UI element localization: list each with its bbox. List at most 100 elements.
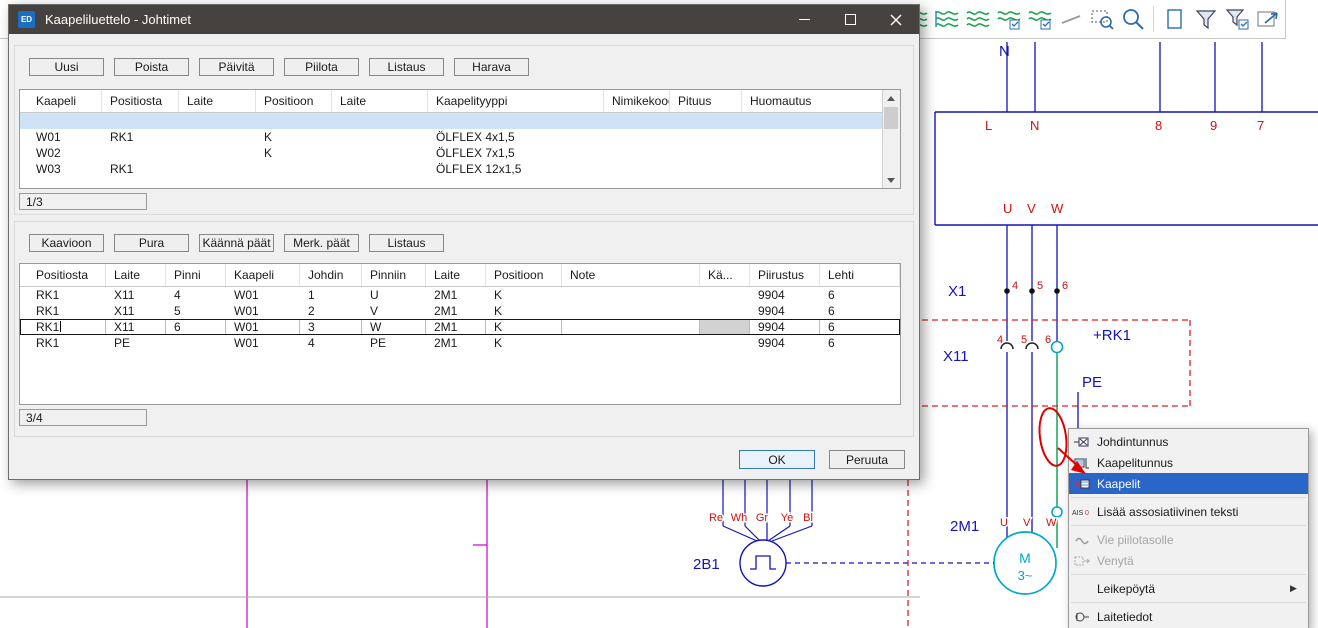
menu-item-laitetiedot[interactable]: Laitetiedot — [1069, 606, 1308, 627]
table-cell[interactable] — [332, 145, 428, 161]
table-cell[interactable]: ÖLFLEX 4x1,5 — [428, 129, 604, 145]
minimize-button[interactable] — [781, 5, 827, 34]
menu-item-venytä[interactable]: Venytä — [1069, 550, 1308, 571]
table-cell[interactable]: X11 — [106, 319, 166, 335]
table-cell[interactable] — [428, 113, 604, 129]
column-header[interactable]: Pituus — [670, 90, 742, 112]
column-header[interactable]: Positioon — [256, 90, 332, 112]
menu-item-leikepöytä[interactable]: Leikepöytä▶ — [1069, 578, 1308, 599]
table-cell[interactable]: 6 — [166, 319, 226, 335]
table-cell[interactable] — [332, 113, 428, 129]
column-header[interactable]: Johdin — [300, 264, 362, 286]
wire-style-icon-4[interactable] — [995, 5, 1022, 32]
label-x1[interactable]: X1 — [948, 283, 966, 300]
wire-style-icon-3[interactable] — [964, 5, 991, 32]
menu-item-johdintunnus[interactable]: Johdintunnus — [1069, 431, 1308, 452]
table-cell[interactable]: W03 — [20, 161, 102, 177]
table-cell[interactable] — [604, 113, 670, 129]
cancel-button[interactable]: Peruuta — [829, 450, 905, 469]
table-cell[interactable]: X11 — [106, 303, 166, 319]
table-cell[interactable] — [700, 287, 750, 303]
feeder-lines[interactable] — [1007, 42, 1262, 112]
column-header[interactable]: Piirustus — [750, 264, 820, 286]
label-rk1[interactable]: +RK1 — [1093, 327, 1131, 344]
wire-style-checked-icon[interactable] — [1026, 5, 1053, 32]
table-cell[interactable]: 3 — [300, 319, 362, 335]
table-cell[interactable] — [742, 113, 883, 129]
label-x11[interactable]: X11 — [943, 348, 969, 365]
table-cell[interactable] — [179, 161, 256, 177]
table-cell[interactable]: RK1 — [102, 129, 179, 145]
ok-button[interactable]: OK — [739, 450, 815, 469]
table-cell[interactable]: RK1 — [20, 335, 106, 351]
table-cell[interactable] — [742, 129, 883, 145]
table-cell[interactable]: 1 — [300, 287, 362, 303]
table-cell[interactable]: W01 — [20, 129, 102, 145]
table-cell[interactable]: 6 — [820, 287, 900, 303]
table-cell[interactable]: RK1 — [20, 319, 106, 335]
table-row[interactable]: W01RK1 K ÖLFLEX 4x1,5 — [20, 129, 900, 145]
table-row[interactable]: W02KÖLFLEX 7x1,5 — [20, 145, 900, 161]
column-header[interactable]: Huomautus — [742, 90, 883, 112]
table-cell[interactable]: W02 — [20, 145, 102, 161]
filter-settings-icon[interactable] — [1223, 5, 1250, 32]
column-header[interactable]: Positiosta — [102, 90, 179, 112]
table-cell[interactable]: ÖLFLEX 7x1,5 — [428, 145, 604, 161]
close-button[interactable] — [873, 5, 919, 34]
harava-button[interactable]: Harava — [454, 58, 529, 76]
table-cell[interactable] — [670, 113, 742, 129]
table-cell[interactable]: W — [362, 319, 426, 335]
table-cell[interactable]: W01 — [226, 319, 300, 335]
table-row[interactable]: RK1X114W011U2M1K99046 — [20, 287, 900, 303]
column-header[interactable]: Laite — [179, 90, 256, 112]
sensor-wires[interactable] — [723, 478, 812, 541]
column-header[interactable]: Laite — [106, 264, 166, 286]
table-cell[interactable]: W01 — [226, 303, 300, 319]
mark-ends-button[interactable]: Merk. päät — [284, 234, 359, 252]
column-header[interactable]: Positiosta — [20, 264, 106, 286]
to-diagram-button[interactable]: Kaavioon — [29, 234, 104, 252]
table-cell[interactable]: PE — [362, 335, 426, 351]
table-row[interactable]: RK1PEW014PE2M1K99046 — [20, 335, 900, 351]
table-cell[interactable] — [332, 161, 428, 177]
table-cell[interactable]: 6 — [820, 335, 900, 351]
dialog-titlebar[interactable]: ED Kaapeliluettelo - Johtimet — [9, 5, 919, 34]
menu-item-kaapelitunnus[interactable]: Kaapelitunnus — [1069, 452, 1308, 473]
viewport-icon[interactable] — [1161, 5, 1188, 32]
delete-button[interactable]: Poista — [114, 58, 189, 76]
table-cell[interactable]: K — [256, 129, 332, 145]
terminal-x11[interactable] — [1001, 342, 1063, 353]
table-cell[interactable] — [700, 319, 750, 335]
table-cell[interactable] — [604, 129, 670, 145]
table-cell[interactable]: 5 — [166, 303, 226, 319]
maximize-button[interactable] — [827, 5, 873, 34]
table-row[interactable]: W03RK1ÖLFLEX 12x1,5 — [20, 161, 900, 177]
table-cell[interactable]: K — [486, 303, 562, 319]
scroll-down-icon[interactable] — [883, 172, 899, 188]
table-cell[interactable] — [742, 161, 883, 177]
table-cell[interactable]: RK1 — [20, 287, 106, 303]
wire-style-icon-2[interactable] — [933, 5, 960, 32]
column-header[interactable]: Pinniin — [362, 264, 426, 286]
table-row[interactable] — [20, 113, 900, 129]
table-cell[interactable] — [670, 129, 742, 145]
table-cell[interactable] — [562, 287, 700, 303]
menu-item-kaapelit[interactable]: RKaapelit — [1069, 473, 1308, 494]
table-cell[interactable]: V — [362, 303, 426, 319]
column-header[interactable]: Kaapelityyppi — [428, 90, 604, 112]
label-2m1[interactable]: 2M1 — [950, 518, 979, 535]
table-cell[interactable]: W01 — [226, 335, 300, 351]
table-cell[interactable]: 4 — [166, 287, 226, 303]
column-header[interactable]: Pinni — [166, 264, 226, 286]
table-cell[interactable]: 2M1 — [426, 303, 486, 319]
table-cell[interactable]: 9904 — [750, 319, 820, 335]
table-cell[interactable]: 9904 — [750, 335, 820, 351]
motor-wires[interactable] — [1007, 225, 1057, 548]
column-header[interactable]: Kaapeli — [20, 90, 102, 112]
menu-item-vie-piilotasolle[interactable]: Vie piilotasolle — [1069, 529, 1308, 550]
sensor-symbol[interactable] — [740, 540, 786, 586]
column-header[interactable]: Laite — [426, 264, 486, 286]
column-header[interactable]: Lehti — [820, 264, 900, 286]
table-cell[interactable] — [179, 113, 256, 129]
table-cell[interactable]: 2M1 — [426, 335, 486, 351]
